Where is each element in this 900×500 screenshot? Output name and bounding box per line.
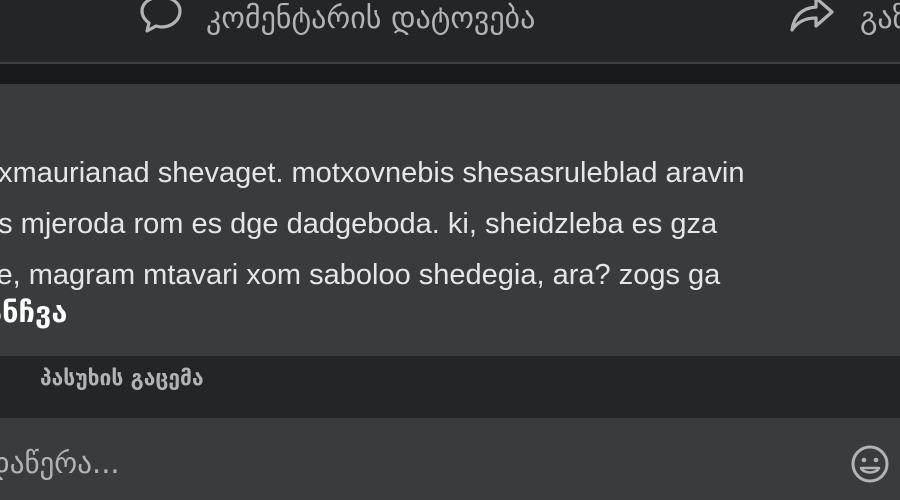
comment-author-name[interactable]: ანჩვა [0,295,67,329]
comment-input[interactable] [0,446,806,480]
action-bar-divider [0,62,900,64]
share-action-label: გაზიარება [860,0,900,36]
post-action-bar: კომენტარის დატოვება გაზიარება [0,0,900,62]
facebook-post-view: კომენტარის დატოვება გაზიარება uxmauriana… [0,0,900,500]
reply-row: პასუხის გაცემა [0,356,900,418]
comment-composer [0,418,900,500]
reply-button[interactable]: პასუხის გაცემა [40,366,204,390]
comment-action-label: კომენტარის დატოვება [206,0,536,36]
comment-text-line: uxmaurianad shevaget. motxovnebis shesas… [0,157,745,189]
comment-action-button[interactable]: კომენტარის დატოვება [138,0,535,36]
emoji-icon[interactable] [848,442,892,486]
comment-text: uxmaurianad shevaget. motxovnebis shesas… [0,148,900,301]
share-action-button[interactable]: გაზიარება [790,0,900,36]
comment-text-line: ris mjeroda rom es dge dadgeboda. ki, sh… [0,208,718,240]
share-arrow-icon [790,0,834,40]
comment-bubble-icon [138,0,184,41]
comment-card: uxmaurianad shevaget. motxovnebis shesas… [0,84,900,356]
comment-text-line: ke, magram mtavari xom saboloo shedegia,… [0,259,721,291]
